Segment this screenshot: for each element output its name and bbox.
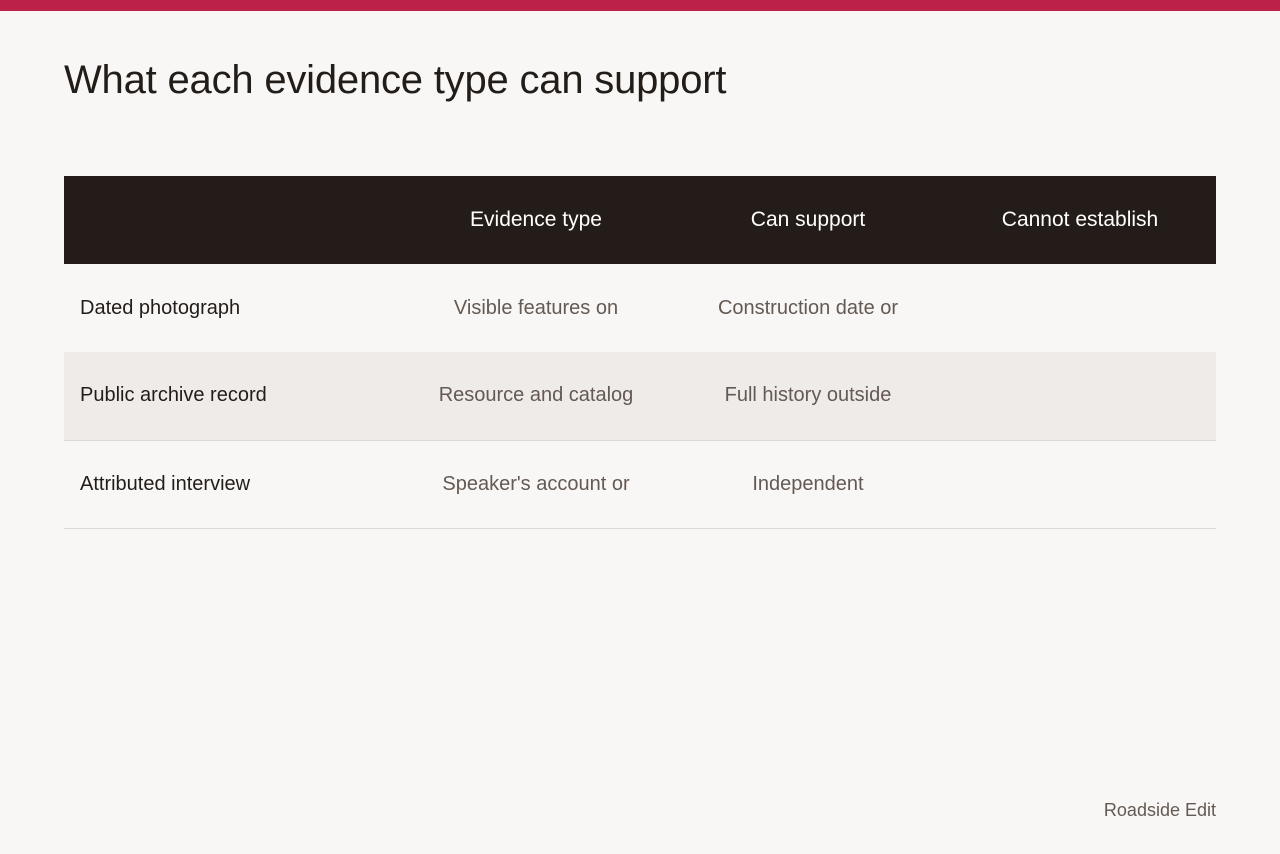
cell-evidence-type: Speaker's account or xyxy=(442,472,630,495)
cell-cannot-establish xyxy=(944,440,1216,528)
cell-can-support: Independent xyxy=(752,472,864,495)
cell-evidence-type: Visible features on xyxy=(453,296,619,319)
table-header: Evidence type Can support Cannot establi… xyxy=(64,176,1216,264)
accent-top-bar xyxy=(0,0,1280,11)
header-row: Evidence type Can support Cannot establi… xyxy=(64,176,1216,264)
cell-evidence-type: Resource and catalog xyxy=(438,384,634,407)
row-label: Attributed interview xyxy=(80,472,251,495)
footer-brand: Roadside Edit xyxy=(1103,800,1216,820)
page-title: What each evidence type can support xyxy=(64,58,727,102)
row-label: Dated photograph xyxy=(80,296,241,319)
table-row: Public archive record Resource and catal… xyxy=(64,352,1216,440)
header-cell-corner xyxy=(64,176,400,264)
row-label: Public archive record xyxy=(80,384,267,407)
table-body: Dated photograph Visible features on Con… xyxy=(64,264,1216,528)
evidence-table-container: Evidence type Can support Cannot establi… xyxy=(64,176,1216,529)
cell-cannot-establish xyxy=(944,352,1216,440)
header-cell-can-support: Can support xyxy=(750,208,866,231)
cell-cannot-establish xyxy=(944,264,1216,352)
cell-can-support: Construction date or xyxy=(717,296,899,319)
header-cell-cannot-establish: Cannot establish xyxy=(1001,208,1159,231)
table-row: Dated photograph Visible features on Con… xyxy=(64,264,1216,352)
header-cell-evidence-type: Evidence type xyxy=(470,208,602,231)
cell-can-support: Full history outside xyxy=(724,384,892,407)
table-row: Attributed interview Speaker's account o… xyxy=(64,440,1216,528)
evidence-table: Evidence type Can support Cannot establi… xyxy=(64,176,1216,529)
